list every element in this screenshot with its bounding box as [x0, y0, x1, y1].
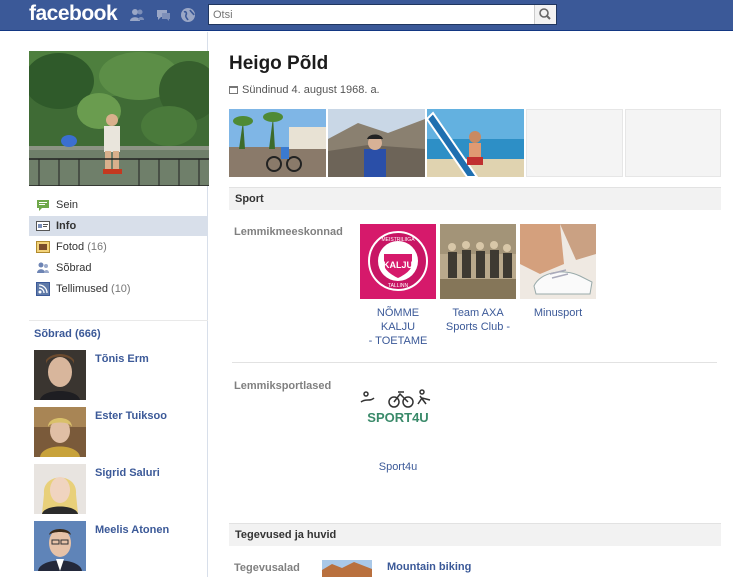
- team-axa-photo[interactable]: [440, 224, 516, 299]
- friend-item[interactable]: Sigrid Saluri: [34, 464, 208, 516]
- empty-photo-slot: [526, 109, 623, 177]
- sidebar-item-wall[interactable]: Sein: [29, 195, 208, 215]
- section-header-activities: Tegevused ja huvid: [229, 523, 721, 546]
- friend-item[interactable]: Ester Tuiksoo: [34, 407, 208, 459]
- friend-name[interactable]: Tõnis Erm: [95, 353, 149, 365]
- sidebar-item-label: Info: [56, 220, 77, 232]
- friend-item[interactable]: Meelis Atonen: [34, 521, 208, 573]
- page-tile-minusport[interactable]: Minusport: [520, 224, 596, 320]
- sidebar-item-photos[interactable]: Fotod (16): [29, 237, 208, 257]
- sidebar-item-label: Tellimused: [56, 283, 108, 295]
- favorite-athletes-label: Lemmiksportlased: [234, 380, 332, 392]
- kalju-logo[interactable]: KALJU MEISTRILIIGA TALLINN: [360, 224, 436, 299]
- activity-link[interactable]: Mountain biking: [387, 561, 471, 573]
- messages-icon[interactable]: [155, 7, 171, 23]
- profile-photo-thumb[interactable]: [427, 109, 524, 177]
- section-header-sport: Sport: [229, 187, 721, 210]
- facebook-logo[interactable]: facebook: [29, 2, 118, 26]
- notifications-icon[interactable]: [180, 7, 196, 23]
- empty-photo-slot: [625, 109, 721, 177]
- profile-picture[interactable]: [29, 51, 209, 186]
- sport4u-logo-text: SPORT4U: [367, 410, 428, 425]
- photos-icon: [36, 241, 50, 253]
- friend-avatar[interactable]: [34, 407, 86, 457]
- profile-photo-thumb[interactable]: [229, 109, 326, 177]
- page-tile-team-axa[interactable]: Team AXA Sports Club -: [440, 224, 516, 334]
- friend-avatar[interactable]: [34, 521, 86, 571]
- wall-icon: [37, 200, 49, 211]
- mountain-biking-thumb[interactable]: [322, 560, 372, 577]
- friend-item[interactable]: Tõnis Erm: [34, 350, 208, 402]
- profile-main: Heigo Põld Sündinud 4. august 1968. a. S…: [209, 32, 733, 577]
- friend-name[interactable]: Sigrid Saluri: [95, 467, 160, 479]
- page-title: Heigo Põld: [229, 53, 329, 74]
- page-tile-sport4u[interactable]: SPORT4U Sport4u: [360, 378, 436, 474]
- activities-label: Tegevusalad: [234, 562, 300, 574]
- sidebar-item-friends[interactable]: Sõbrad: [29, 258, 208, 278]
- friend-avatar[interactable]: [34, 464, 86, 514]
- rss-icon: [36, 282, 50, 296]
- top-bar: facebook: [0, 0, 733, 31]
- friend-name[interactable]: Ester Tuiksoo: [95, 410, 167, 422]
- divider: [232, 362, 717, 363]
- birthday-line: Sündinud 4. august 1968. a.: [229, 84, 380, 96]
- kalju-badge-bottom: TALLINN: [388, 283, 409, 289]
- search-box: [208, 4, 557, 25]
- sidebar-item-info[interactable]: Info: [29, 216, 208, 236]
- left-sidebar: Sein Info Fotod (16) Sõbrad Tellimused (…: [0, 32, 209, 577]
- page-tile-kalju[interactable]: KALJU MEISTRILIIGA TALLINN NÕMME KALJU - …: [360, 224, 436, 348]
- sport4u-logo[interactable]: SPORT4U: [360, 378, 436, 453]
- kalju-badge-top: MEISTRILIIGA: [381, 237, 415, 243]
- sidebar-item-label: Sõbrad: [56, 262, 92, 274]
- info-card-icon: [36, 221, 50, 231]
- friend-requests-icon[interactable]: [129, 7, 145, 23]
- kalju-badge-name: KALJU: [383, 260, 413, 270]
- friends-icon: [37, 262, 49, 273]
- search-button[interactable]: [534, 5, 556, 24]
- profile-photo-thumb[interactable]: [328, 109, 425, 177]
- page-name[interactable]: NÕMME KALJU - TOETAME: [360, 306, 436, 348]
- friend-avatar[interactable]: [34, 350, 86, 400]
- calendar-icon: [229, 86, 238, 94]
- friend-name[interactable]: Meelis Atonen: [95, 524, 169, 536]
- photos-count: (16): [87, 241, 107, 253]
- sidebar-item-label: Fotod: [56, 241, 85, 253]
- minusport-photo[interactable]: [520, 224, 596, 299]
- page-name[interactable]: Sport4u: [360, 460, 436, 474]
- favorite-teams-label: Lemmikmeeskonnad: [234, 226, 343, 238]
- page-name[interactable]: Team AXA Sports Club -: [440, 306, 516, 334]
- subscriptions-count: (10): [111, 283, 131, 295]
- sidebar-item-subscriptions[interactable]: Tellimused (10): [29, 279, 208, 299]
- search-input[interactable]: [209, 5, 535, 24]
- page-name[interactable]: Minusport: [520, 306, 596, 320]
- friends-box-title[interactable]: Sõbrad (666): [34, 328, 101, 340]
- birthday-text: Sündinud 4. august 1968. a.: [242, 84, 380, 96]
- divider: [29, 320, 208, 321]
- sidebar-item-label: Sein: [56, 199, 79, 211]
- magnifier-icon: [539, 8, 551, 20]
